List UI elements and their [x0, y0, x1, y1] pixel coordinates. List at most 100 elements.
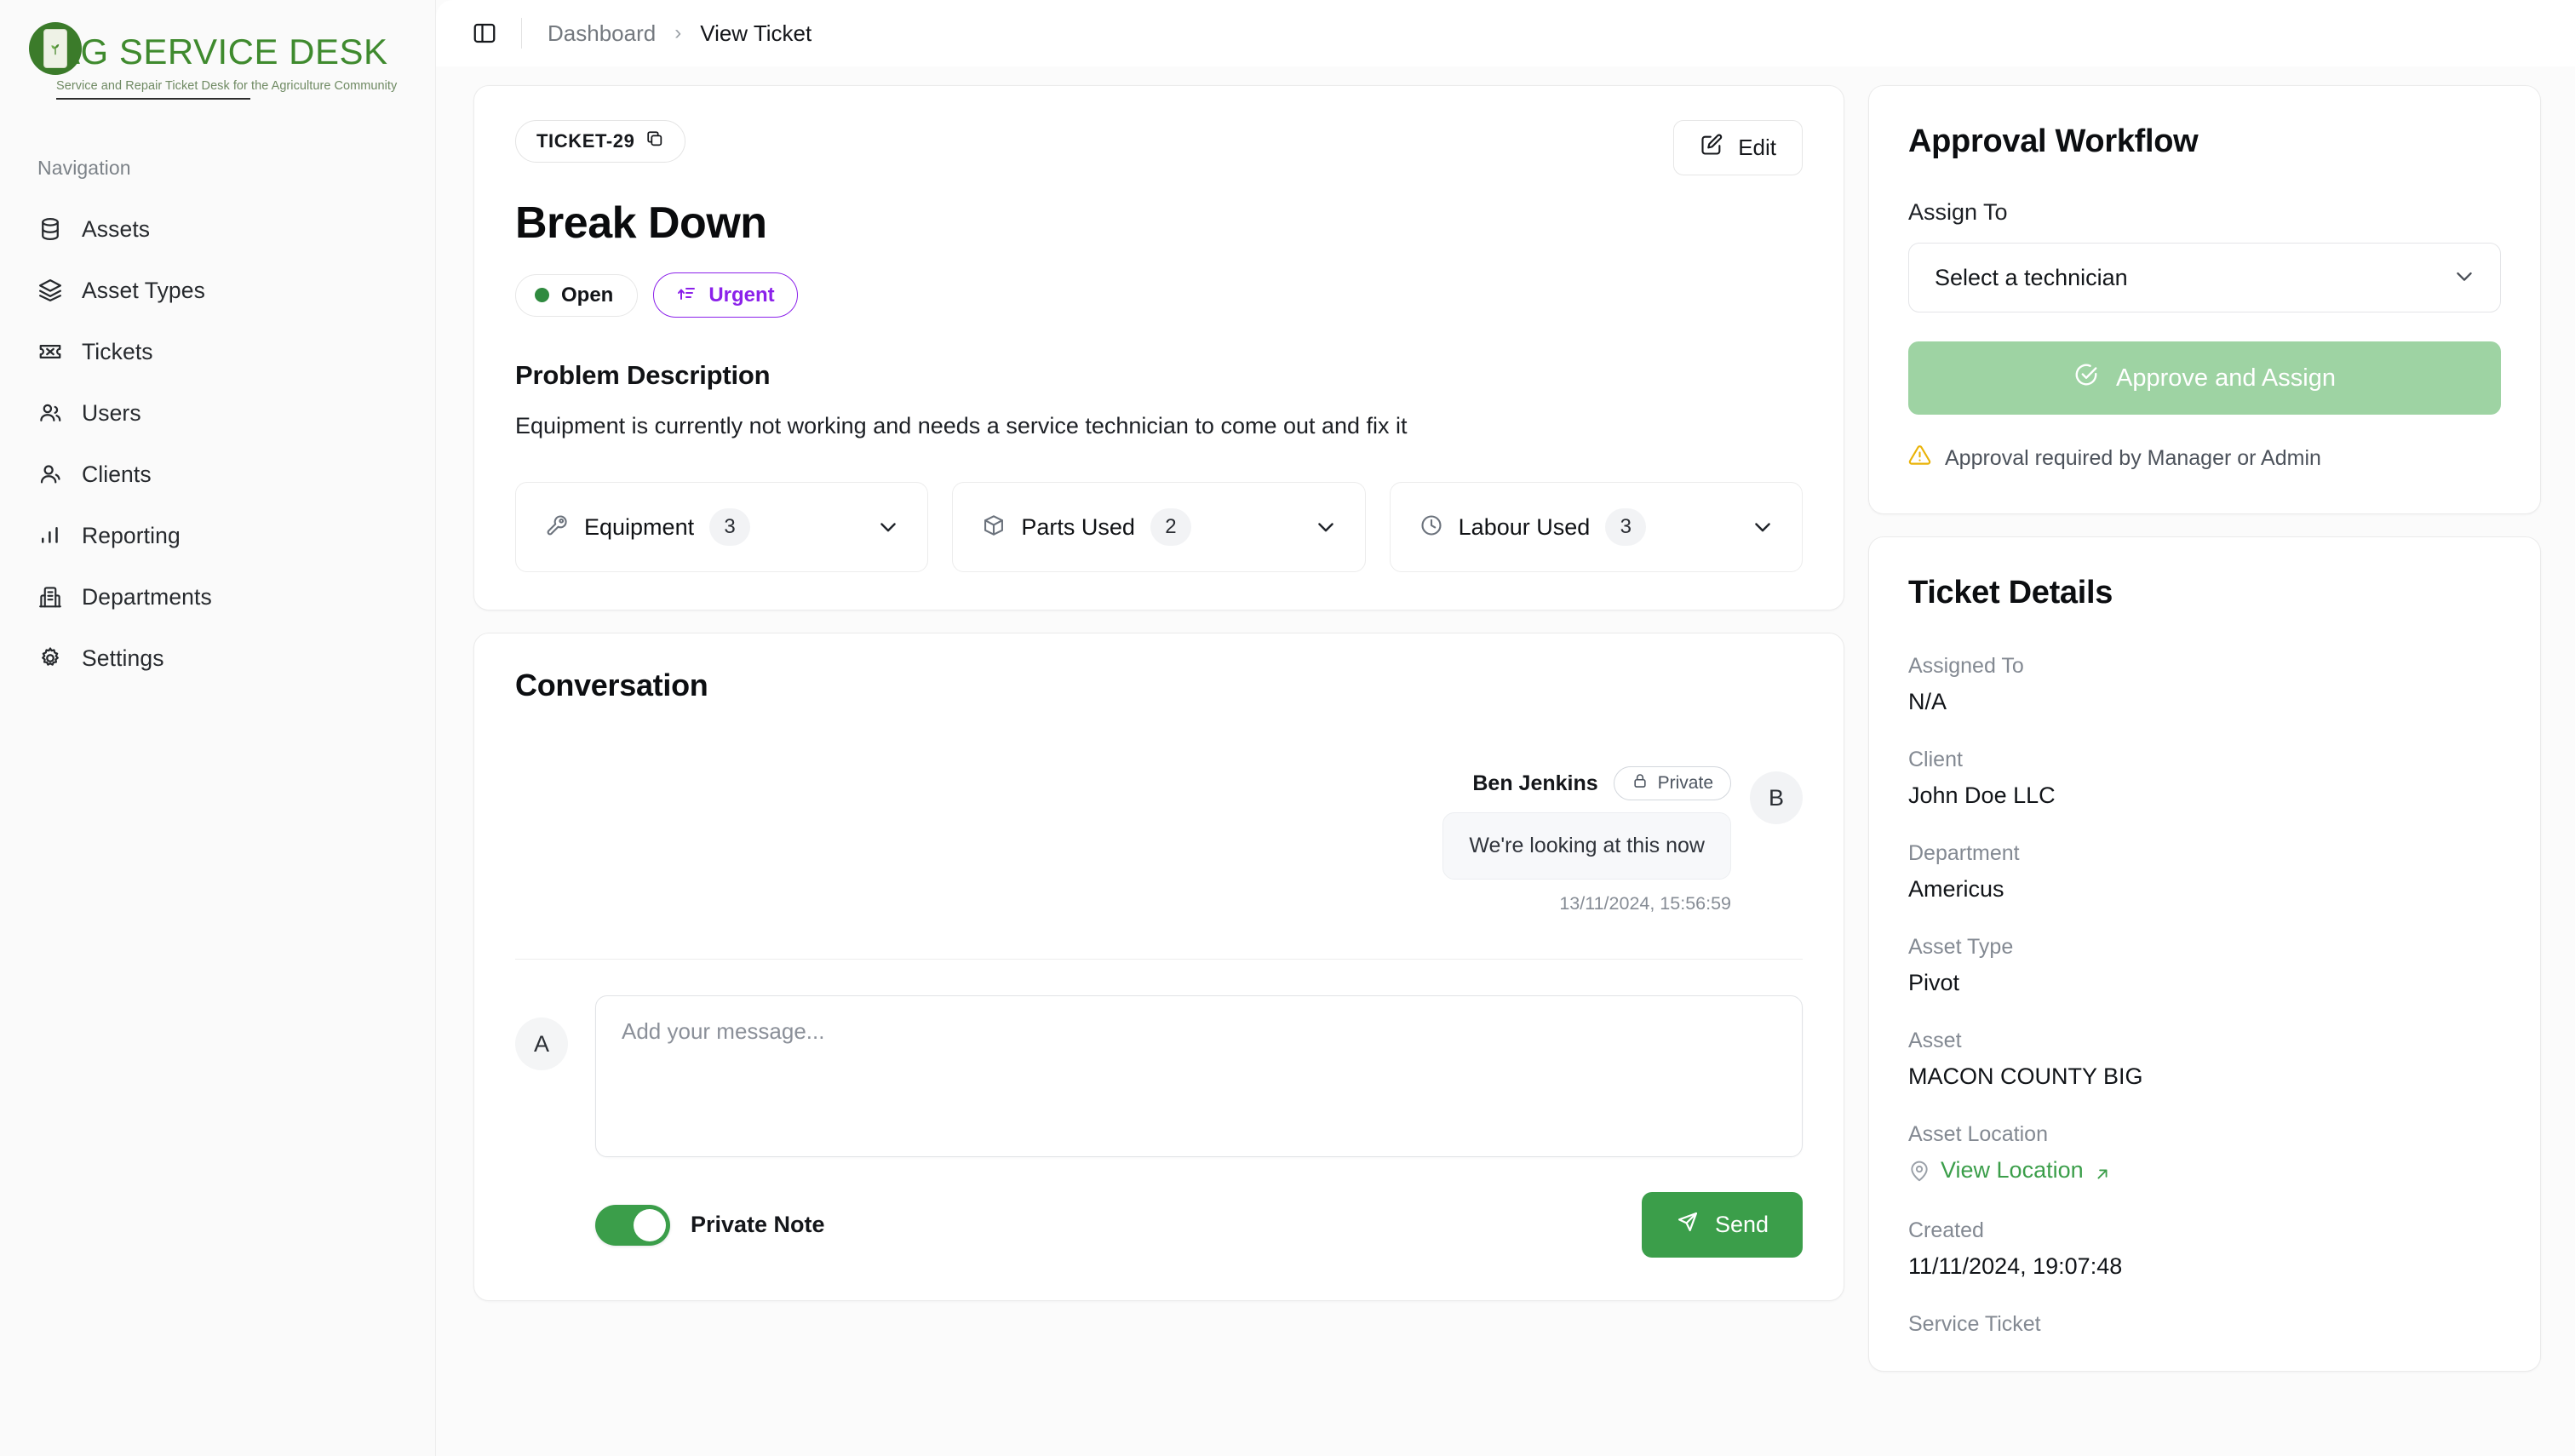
view-location-label: View Location	[1941, 1157, 2084, 1184]
user-round-icon	[37, 461, 63, 487]
copy-icon	[645, 129, 664, 153]
composer-avatar: A	[515, 1017, 568, 1070]
ticket-id-label: TICKET-29	[536, 130, 634, 152]
avatar: B	[1750, 771, 1803, 824]
ticket-id-copy-button[interactable]: TICKET-29	[515, 120, 685, 163]
database-icon	[37, 216, 63, 242]
app-root: AG SERVICE DESK Service and Repair Ticke…	[0, 0, 2575, 1456]
breadcrumb-dashboard[interactable]: Dashboard	[548, 20, 656, 47]
approval-warning-text: Approval required by Manager or Admin	[1945, 446, 2321, 471]
breadcrumb: Dashboard › View Ticket	[544, 20, 811, 47]
sidebar-item-label: Asset Types	[82, 278, 205, 304]
sidebar-item-label: Tickets	[82, 339, 153, 365]
accordion-label: Labour Used	[1459, 514, 1591, 541]
detail-client: Client John Doe LLC	[1908, 748, 2501, 809]
logo-title: AG SERVICE DESK	[56, 34, 397, 70]
message-input[interactable]	[595, 995, 1803, 1157]
detail-key: Service Ticket	[1908, 1312, 2501, 1337]
detail-value: N/A	[1908, 689, 2501, 715]
detail-value: MACON COUNTY BIG	[1908, 1063, 2501, 1090]
ticket-summary-card: TICKET-29	[473, 85, 1844, 610]
sidebar-item-users[interactable]: Users	[19, 382, 416, 444]
conversation-heading: Conversation	[515, 668, 1803, 703]
alert-triangle-icon	[1908, 444, 1931, 473]
detail-key: Client	[1908, 748, 2501, 772]
message-composer: A Private Note	[515, 995, 1803, 1258]
accordion-equipment[interactable]: Equipment 3	[515, 482, 928, 572]
private-note-label: Private Note	[691, 1212, 825, 1238]
resource-accordions: Equipment 3	[515, 482, 1803, 572]
private-badge: Private	[1614, 766, 1731, 800]
detail-department: Department Americus	[1908, 841, 2501, 903]
approval-workflow-heading: Approval Workflow	[1908, 123, 2501, 160]
sidebar-item-label: Users	[82, 400, 141, 427]
sidebar-item-clients[interactable]: Clients	[19, 444, 416, 505]
chevron-down-icon	[1314, 515, 1338, 539]
status-dot-icon	[535, 288, 549, 302]
ticket-details-heading: Ticket Details	[1908, 575, 2501, 611]
building-icon	[37, 584, 63, 610]
main-area: Dashboard › View Ticket TICKET-29	[436, 0, 2575, 1456]
accordion-labour-used[interactable]: Labour Used 3	[1390, 482, 1803, 572]
accordion-label: Equipment	[584, 514, 694, 541]
sidebar-item-assets[interactable]: Assets	[19, 198, 416, 260]
panel-left-icon[interactable]	[470, 19, 499, 48]
technician-select[interactable]: Select a technician	[1908, 243, 2501, 312]
sidebar-item-departments[interactable]: Departments	[19, 566, 416, 628]
detail-key: Created	[1908, 1218, 2501, 1243]
composer-divider	[515, 959, 1803, 960]
message-timestamp: 13/11/2024, 15:56:59	[1559, 893, 1731, 914]
send-icon	[1676, 1210, 1700, 1240]
approval-workflow-panel: Approval Workflow Assign To Select a tec…	[1868, 85, 2541, 514]
send-button[interactable]: Send	[1642, 1192, 1803, 1258]
detail-assigned-to: Assigned To N/A	[1908, 654, 2501, 715]
sidebar-item-reporting[interactable]: Reporting	[19, 505, 416, 566]
arrow-up-right-icon	[2094, 1162, 2111, 1179]
detail-key: Asset Location	[1908, 1122, 2501, 1147]
status-badge: Open	[515, 274, 638, 317]
accordion-count: 2	[1150, 508, 1191, 546]
priority-up-icon	[676, 282, 697, 308]
private-note-toggle[interactable]	[595, 1205, 670, 1246]
sidebar-item-tickets[interactable]: Tickets	[19, 321, 416, 382]
detail-value: Pivot	[1908, 970, 2501, 996]
accordion-count: 3	[709, 508, 750, 546]
ticket-icon	[37, 339, 63, 364]
sidebar-nav: Assets Asset Types Tickets	[0, 198, 435, 689]
chevron-down-icon	[876, 515, 900, 539]
chevron-down-icon	[2452, 264, 2476, 292]
gear-icon	[37, 645, 63, 671]
detail-value: John Doe LLC	[1908, 782, 2501, 809]
detail-key: Asset Type	[1908, 935, 2501, 960]
send-button-label: Send	[1715, 1212, 1769, 1238]
users-icon	[37, 400, 63, 426]
left-column: TICKET-29	[473, 85, 1844, 1301]
approve-and-assign-button[interactable]: Approve and Assign	[1908, 341, 2501, 415]
logo-underline	[56, 98, 250, 100]
app-logo[interactable]: AG SERVICE DESK Service and Repair Ticke…	[0, 0, 435, 128]
sidebar: AG SERVICE DESK Service and Repair Ticke…	[0, 0, 436, 1456]
technician-select-value: Select a technician	[1935, 265, 2128, 291]
chevron-right-icon: ›	[674, 21, 681, 45]
sidebar-item-asset-types[interactable]: Asset Types	[19, 260, 416, 321]
sidebar-item-settings[interactable]: Settings	[19, 628, 416, 689]
detail-service-ticket: Service Ticket	[1908, 1312, 2501, 1337]
accordion-count: 3	[1605, 508, 1646, 546]
assign-to-label: Assign To	[1908, 199, 2501, 226]
wrench-icon	[545, 513, 569, 542]
edit-button[interactable]: Edit	[1673, 120, 1803, 175]
detail-asset-location: Asset Location View Location	[1908, 1122, 2501, 1186]
toggle-knob	[634, 1209, 666, 1241]
view-location-link[interactable]: View Location	[1908, 1157, 2111, 1184]
detail-key: Assigned To	[1908, 654, 2501, 679]
page-title: Break Down	[515, 198, 1803, 249]
detail-key: Asset	[1908, 1029, 2501, 1053]
problem-description-heading: Problem Description	[515, 360, 1803, 391]
ticket-header-row: TICKET-29	[515, 120, 1803, 175]
chevron-down-icon	[1751, 515, 1775, 539]
sidebar-item-label: Reporting	[82, 523, 181, 549]
nav-heading: Navigation	[0, 128, 435, 180]
accordion-parts-used[interactable]: Parts Used 2	[952, 482, 1365, 572]
sidebar-item-label: Assets	[82, 216, 150, 243]
status-badge-label: Open	[561, 284, 613, 307]
